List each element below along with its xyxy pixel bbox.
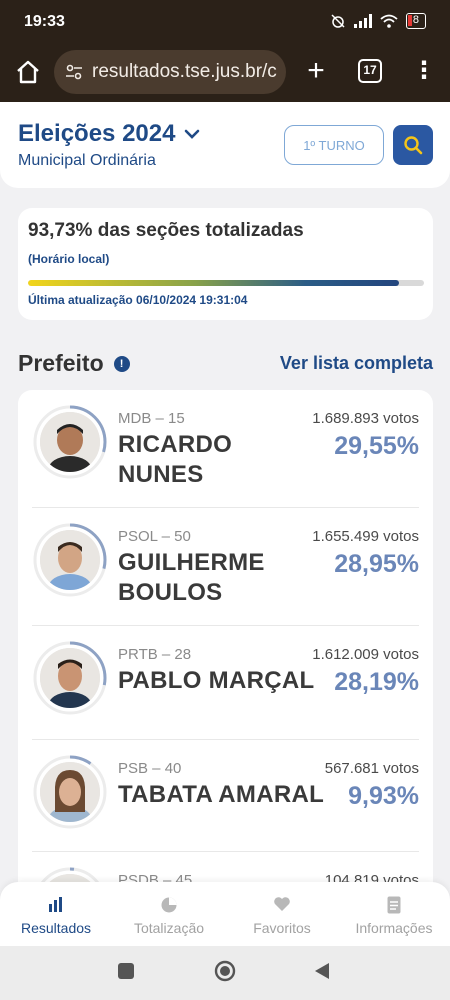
nav-resultados[interactable]: Resultados bbox=[0, 896, 112, 936]
info-icon[interactable]: ! bbox=[113, 355, 130, 372]
home-icon[interactable] bbox=[14, 58, 42, 86]
candidate-avatar bbox=[32, 640, 108, 716]
bottom-navigation: Resultados Totalização Favoritos Informa… bbox=[0, 882, 450, 946]
status-time: 19:33 bbox=[24, 13, 65, 30]
candidate-row[interactable]: PRTB – 28 PABLO MARÇAL 1.612.009 votos 2… bbox=[18, 626, 433, 740]
battery-icon: 8 bbox=[405, 13, 426, 29]
more-menu-icon[interactable]: ⋮ bbox=[412, 58, 436, 86]
candidate-avatar bbox=[32, 404, 108, 480]
candidate-votes: 1.655.499 votos bbox=[312, 528, 419, 545]
totalization-title: 93,73% das seções totalizadas bbox=[28, 220, 304, 241]
candidate-photo bbox=[40, 530, 100, 590]
totalization-progress-bar bbox=[28, 280, 424, 286]
candidate-votes: 1.689.893 votos bbox=[312, 410, 419, 427]
nav-totalizacao[interactable]: Totalização bbox=[113, 896, 225, 936]
tab-switcher-button[interactable]: 17 bbox=[358, 59, 382, 83]
nav-informacoes[interactable]: Informações bbox=[338, 896, 450, 936]
status-icons: 8 bbox=[330, 13, 426, 29]
address-bar[interactable]: resultados.tse.jus.br/c bbox=[54, 50, 286, 94]
candidate-party: MDB – 15 bbox=[118, 410, 185, 427]
candidate-percent: 28,19% bbox=[334, 668, 419, 696]
candidate-party: PSOL – 50 bbox=[118, 528, 191, 545]
candidate-percent: 28,95% bbox=[334, 550, 419, 578]
back-icon[interactable] bbox=[314, 962, 330, 980]
battery-level: 8 bbox=[412, 14, 419, 26]
heart-icon bbox=[274, 897, 290, 911]
candidate-row[interactable]: PSB – 40 TABATA AMARAL 567.681 votos 9,9… bbox=[18, 740, 433, 852]
chevron-down-icon bbox=[185, 129, 200, 139]
candidate-photo bbox=[40, 762, 100, 822]
candidate-votes: 1.612.009 votos bbox=[312, 646, 419, 663]
candidate-avatar bbox=[32, 754, 108, 830]
pie-chart-icon bbox=[161, 897, 177, 913]
election-selector[interactable]: Eleições 2024 bbox=[18, 120, 201, 148]
candidate-name: PABLO MARÇAL bbox=[118, 667, 315, 694]
local-time-label: (Horário local) bbox=[28, 252, 110, 266]
signal-icon bbox=[353, 14, 372, 28]
nav-label: Favoritos bbox=[253, 920, 311, 936]
election-title: Eleições 2024 bbox=[18, 120, 176, 147]
section-title-text: Prefeito bbox=[18, 350, 104, 376]
document-icon bbox=[387, 896, 401, 914]
candidate-name: GUILHERME bbox=[118, 549, 265, 576]
browser-chrome: 19:33 8 resultados.tse.jus.br/c + 17 ⋮ bbox=[0, 0, 450, 102]
url-text: resultados.tse.jus.br/c bbox=[92, 61, 277, 82]
candidate-name: RICARDO bbox=[118, 431, 233, 458]
nav-label: Informações bbox=[355, 920, 433, 936]
status-bar: 19:33 8 bbox=[0, 0, 450, 44]
full-list-link[interactable]: Ver lista completa bbox=[280, 353, 433, 374]
candidate-name-line2: BOULOS bbox=[118, 579, 223, 606]
turno-button[interactable]: 1º TURNO bbox=[284, 125, 384, 165]
last-update-text: Última atualização 06/10/2024 19:31:04 bbox=[28, 293, 248, 307]
candidate-party: PRTB – 28 bbox=[118, 646, 192, 663]
alarm-off-icon bbox=[331, 14, 345, 28]
progress-fill bbox=[28, 280, 400, 286]
bar-chart-icon bbox=[49, 897, 62, 912]
candidate-percent: 9,93% bbox=[348, 782, 419, 810]
candidate-photo bbox=[40, 412, 100, 472]
candidate-row[interactable]: PSOL – 50 GUILHERME BOULOS 1.655.499 vot… bbox=[18, 508, 433, 626]
candidate-percent: 29,55% bbox=[334, 432, 419, 460]
browser-toolbar: resultados.tse.jus.br/c + 17 ⋮ bbox=[0, 44, 450, 102]
candidate-votes: 567.681 votos bbox=[324, 760, 419, 777]
system-navigation-bar bbox=[0, 946, 450, 1000]
section-title: Prefeito ! bbox=[18, 350, 130, 377]
nav-favoritos[interactable]: Favoritos bbox=[226, 896, 338, 936]
search-button[interactable] bbox=[393, 125, 433, 165]
new-tab-icon[interactable]: + bbox=[302, 56, 330, 86]
recent-apps-icon[interactable] bbox=[117, 962, 135, 980]
totalization-card: 93,73% das seções totalizadas (Horário l… bbox=[18, 208, 433, 320]
nav-label: Totalização bbox=[133, 920, 205, 936]
candidate-avatar bbox=[32, 522, 108, 598]
site-settings-icon[interactable] bbox=[64, 62, 84, 82]
election-header: Eleições 2024 Municipal Ordinária 1º TUR… bbox=[0, 102, 450, 188]
candidate-photo bbox=[40, 648, 100, 708]
candidate-name-line2: NUNES bbox=[118, 461, 204, 488]
wifi-icon bbox=[380, 14, 398, 28]
search-icon bbox=[404, 136, 423, 155]
home-circle-icon[interactable] bbox=[214, 960, 236, 982]
candidate-party: PSB – 40 bbox=[118, 760, 182, 777]
candidate-name: TABATA AMARAL bbox=[118, 781, 325, 808]
nav-label: Resultados bbox=[20, 920, 92, 936]
election-subtitle: Municipal Ordinária bbox=[18, 152, 156, 169]
candidate-row[interactable]: MDB – 15 RICARDO NUNES 1.689.893 votos 2… bbox=[18, 390, 433, 508]
